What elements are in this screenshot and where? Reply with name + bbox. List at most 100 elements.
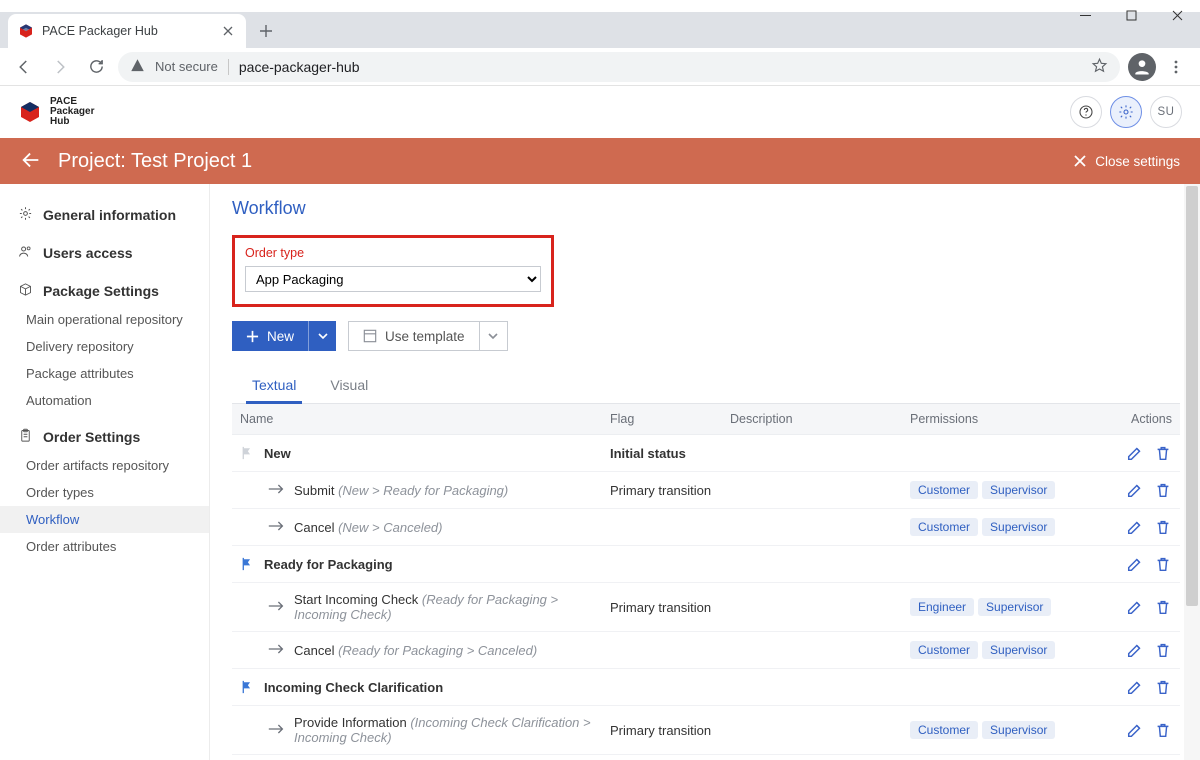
delete-icon[interactable] bbox=[1154, 598, 1172, 616]
window-maximize-button[interactable] bbox=[1108, 0, 1154, 30]
plus-icon bbox=[246, 330, 259, 343]
col-actions: Actions bbox=[1072, 404, 1180, 435]
table-row: Ready for Packaging bbox=[232, 546, 1180, 583]
new-button[interactable]: New bbox=[232, 321, 336, 351]
col-description: Description bbox=[722, 404, 902, 435]
permission-badge[interactable]: Supervisor bbox=[982, 518, 1055, 536]
order-type-select[interactable]: App Packaging bbox=[245, 266, 541, 292]
address-bar[interactable]: Not secure pace-packager-hub bbox=[118, 52, 1120, 82]
permission-badge[interactable]: Customer bbox=[910, 481, 978, 499]
brand-name: PACEPackagerHub bbox=[50, 97, 94, 127]
clipboard-icon bbox=[18, 428, 33, 446]
permission-badge[interactable]: Engineer bbox=[910, 598, 974, 616]
sidebar-item[interactable]: Workflow bbox=[0, 506, 209, 533]
edit-icon[interactable] bbox=[1126, 481, 1144, 499]
browser-tab[interactable]: PACE Packager Hub bbox=[8, 14, 246, 48]
delete-icon[interactable] bbox=[1154, 555, 1172, 573]
cube-icon bbox=[18, 23, 34, 39]
col-name: Name bbox=[232, 404, 602, 435]
use-template-button[interactable]: Use template bbox=[348, 321, 508, 351]
sidebar-group[interactable]: Users access bbox=[0, 238, 209, 268]
table-row: Cancel (Incoming Check Clarification > C… bbox=[232, 755, 1180, 760]
delete-icon[interactable] bbox=[1154, 721, 1172, 739]
edit-icon[interactable] bbox=[1126, 641, 1144, 659]
permission-badge[interactable]: Supervisor bbox=[982, 481, 1055, 499]
table-row: Cancel (Ready for Packaging > Canceled)C… bbox=[232, 632, 1180, 669]
template-icon bbox=[363, 329, 377, 343]
project-bar: Project: Test Project 1 Close settings bbox=[0, 138, 1200, 184]
sidebar-group[interactable]: Order Settings bbox=[0, 422, 209, 452]
col-permissions: Permissions bbox=[902, 404, 1072, 435]
arrow-right-icon bbox=[268, 520, 284, 535]
window-minimize-button[interactable] bbox=[1062, 0, 1108, 30]
divider bbox=[228, 59, 229, 75]
profile-avatar[interactable] bbox=[1128, 53, 1156, 81]
sidebar-group[interactable]: Package Settings bbox=[0, 276, 209, 306]
delete-icon[interactable] bbox=[1154, 678, 1172, 696]
forward-button[interactable] bbox=[46, 53, 74, 81]
permission-badge[interactable]: Supervisor bbox=[982, 641, 1055, 659]
browser-tab-title: PACE Packager Hub bbox=[42, 24, 212, 38]
new-tab-button[interactable] bbox=[252, 17, 280, 45]
user-avatar[interactable]: SU bbox=[1150, 96, 1182, 128]
edit-icon[interactable] bbox=[1126, 444, 1144, 462]
flag-icon bbox=[240, 446, 254, 460]
table-row: Cancel (New > Canceled)CustomerSuperviso… bbox=[232, 509, 1180, 546]
workflow-table: Name Flag Description Permissions Action… bbox=[232, 404, 1180, 760]
app-header: PACEPackagerHub SU bbox=[0, 86, 1200, 138]
sidebar-item[interactable]: Order types bbox=[0, 479, 209, 506]
permission-badge[interactable]: Supervisor bbox=[982, 721, 1055, 739]
window-close-button[interactable] bbox=[1154, 0, 1200, 30]
permission-badge[interactable]: Customer bbox=[910, 641, 978, 659]
users-icon bbox=[18, 244, 33, 262]
scrollbar-thumb[interactable] bbox=[1186, 186, 1198, 606]
browser-toolbar: Not secure pace-packager-hub bbox=[0, 48, 1200, 86]
sidebar-item[interactable]: Delivery repository bbox=[0, 333, 209, 360]
permission-badge[interactable]: Customer bbox=[910, 518, 978, 536]
close-settings-button[interactable]: Close settings bbox=[1073, 154, 1180, 169]
edit-icon[interactable] bbox=[1126, 518, 1144, 536]
close-icon bbox=[1073, 154, 1087, 168]
table-row: Provide Information (Incoming Check Clar… bbox=[232, 706, 1180, 755]
delete-icon[interactable] bbox=[1154, 444, 1172, 462]
new-button-dropdown[interactable] bbox=[308, 321, 336, 351]
sidebar-item[interactable]: Automation bbox=[0, 387, 209, 414]
edit-icon[interactable] bbox=[1126, 678, 1144, 696]
scrollbar[interactable] bbox=[1184, 184, 1200, 760]
not-secure-icon bbox=[130, 58, 145, 76]
close-icon[interactable] bbox=[220, 23, 236, 39]
help-button[interactable] bbox=[1070, 96, 1102, 128]
browser-menu-button[interactable] bbox=[1162, 53, 1190, 81]
delete-icon[interactable] bbox=[1154, 481, 1172, 499]
sidebar-item[interactable]: Main operational repository bbox=[0, 306, 209, 333]
not-secure-label: Not secure bbox=[155, 59, 218, 74]
edit-icon[interactable] bbox=[1126, 555, 1144, 573]
permission-badge[interactable]: Customer bbox=[910, 721, 978, 739]
star-icon[interactable] bbox=[1091, 57, 1108, 77]
sidebar-item[interactable]: Package attributes bbox=[0, 360, 209, 387]
permission-badge[interactable]: Supervisor bbox=[978, 598, 1051, 616]
sidebar-item[interactable]: Order attributes bbox=[0, 533, 209, 560]
arrow-right-icon bbox=[268, 723, 284, 738]
browser-tab-strip: PACE Packager Hub bbox=[0, 12, 1200, 48]
edit-icon[interactable] bbox=[1126, 598, 1144, 616]
package-icon bbox=[18, 282, 33, 300]
cube-icon bbox=[18, 100, 42, 124]
sidebar-item[interactable]: Order artifacts repository bbox=[0, 452, 209, 479]
tab-textual[interactable]: Textual bbox=[250, 369, 298, 403]
tab-visual[interactable]: Visual bbox=[328, 369, 370, 403]
back-icon[interactable] bbox=[20, 149, 42, 174]
delete-icon[interactable] bbox=[1154, 641, 1172, 659]
use-template-dropdown[interactable] bbox=[479, 322, 507, 350]
table-row: NewInitial status bbox=[232, 435, 1180, 472]
page-title: Workflow bbox=[232, 198, 1180, 219]
gear-icon bbox=[18, 206, 33, 224]
project-title: Project: Test Project 1 bbox=[58, 150, 252, 173]
delete-icon[interactable] bbox=[1154, 518, 1172, 536]
reload-button[interactable] bbox=[82, 53, 110, 81]
edit-icon[interactable] bbox=[1126, 721, 1144, 739]
back-button[interactable] bbox=[10, 53, 38, 81]
arrow-right-icon bbox=[268, 600, 284, 615]
sidebar-group[interactable]: General information bbox=[0, 200, 209, 230]
settings-button[interactable] bbox=[1110, 96, 1142, 128]
